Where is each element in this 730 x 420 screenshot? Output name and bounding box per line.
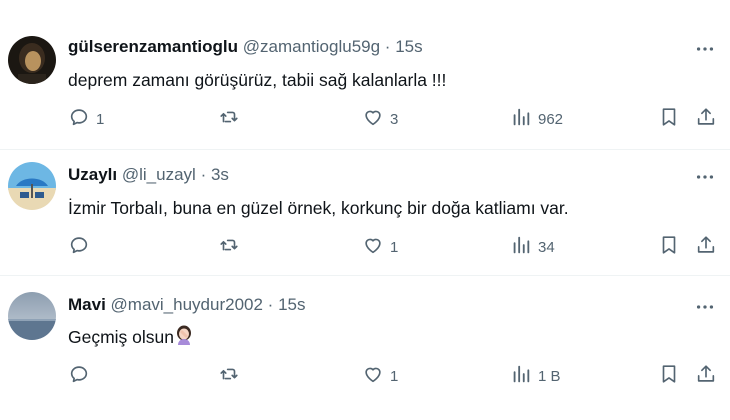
views-button[interactable]: 1 B [510, 364, 561, 388]
views-button[interactable]: 34 [510, 235, 555, 259]
tweet[interactable]: Mavi @mavi_huydur2002 · 15s Geçmiş olsun [0, 276, 730, 420]
like-button[interactable]: 1 [362, 364, 398, 388]
action-bar: 1 34 [68, 235, 730, 259]
bookmark-button[interactable] [658, 235, 680, 259]
view-count: 34 [538, 238, 555, 256]
reply-count: 1 [96, 110, 105, 128]
reply-feed: gülserenzamantioglu @zamantioglu59g · 15… [0, 0, 730, 420]
tweet-header: gülserenzamantioglu @zamantioglu59g · 15… [68, 36, 423, 58]
like-count: 1 [390, 367, 399, 385]
view-count: 962 [538, 110, 564, 128]
action-bar: 1 1 B [68, 364, 730, 388]
tweet-text-container: Geçmiş olsun [68, 324, 194, 349]
retweet-icon [218, 234, 240, 260]
more-icon[interactable] [694, 38, 716, 60]
share-button[interactable] [695, 107, 717, 131]
retweet-icon [218, 106, 240, 132]
reply-button[interactable] [68, 235, 96, 259]
action-bar: 1 3 962 [68, 107, 730, 131]
like-count: 3 [390, 110, 399, 128]
heart-icon [362, 363, 384, 389]
woman-facepalming-emoji [174, 324, 194, 346]
avatar[interactable] [8, 292, 56, 340]
like-count: 1 [390, 238, 399, 256]
avatar[interactable] [8, 162, 56, 210]
more-icon[interactable] [694, 296, 716, 318]
tweet[interactable]: Uzaylı @li_uzayl · 3s İzmir Torbalı, bun… [0, 150, 730, 276]
user-handle[interactable]: @mavi_huydur2002 [111, 295, 263, 314]
bookmark-icon [658, 106, 680, 132]
like-button[interactable]: 3 [362, 107, 398, 131]
views-button[interactable]: 962 [510, 107, 563, 131]
views-icon [510, 363, 532, 389]
separator-dot: · [200, 165, 207, 184]
retweet-button[interactable] [218, 235, 246, 259]
display-name[interactable]: Uzaylı [68, 165, 117, 184]
tweet[interactable]: gülserenzamantioglu @zamantioglu59g · 15… [0, 0, 730, 150]
share-button[interactable] [695, 235, 717, 259]
share-icon [695, 234, 717, 260]
reply-icon [68, 234, 90, 260]
tweet-text: Geçmiş olsun [68, 327, 175, 347]
share-button[interactable] [695, 364, 717, 388]
avatar[interactable] [8, 36, 56, 84]
more-icon[interactable] [694, 166, 716, 188]
tweet-header: Uzaylı @li_uzayl · 3s [68, 164, 229, 186]
reply-icon [68, 106, 90, 132]
retweet-button[interactable] [218, 364, 246, 388]
heart-icon [362, 106, 384, 132]
reply-icon [68, 363, 90, 389]
user-handle[interactable]: @li_uzayl [122, 165, 196, 184]
views-icon [510, 106, 532, 132]
views-icon [510, 234, 532, 260]
separator-dot: · [384, 37, 391, 56]
timestamp[interactable]: 15s [278, 295, 305, 314]
timestamp[interactable]: 3s [211, 165, 229, 184]
share-icon [695, 363, 717, 389]
user-handle[interactable]: @zamantioglu59g [243, 37, 380, 56]
share-icon [695, 106, 717, 132]
display-name[interactable]: Mavi [68, 295, 106, 314]
reply-button[interactable]: 1 [68, 107, 104, 131]
timestamp[interactable]: 15s [395, 37, 422, 56]
display-name[interactable]: gülserenzamantioglu [68, 37, 238, 56]
bookmark-icon [658, 363, 680, 389]
view-count: 1 B [538, 367, 561, 385]
heart-icon [362, 234, 384, 260]
tweet-text: İzmir Torbalı, buna en güzel örnek, kork… [68, 198, 569, 218]
reply-button[interactable] [68, 364, 96, 388]
separator-dot: · [267, 295, 274, 314]
tweet-text: deprem zamanı görüşürüz, tabii sağ kalan… [68, 70, 447, 90]
tweet-header: Mavi @mavi_huydur2002 · 15s [68, 294, 306, 316]
like-button[interactable]: 1 [362, 235, 398, 259]
bookmark-icon [658, 234, 680, 260]
bookmark-button[interactable] [658, 107, 680, 131]
retweet-icon [218, 363, 240, 389]
bookmark-button[interactable] [658, 364, 680, 388]
retweet-button[interactable] [218, 107, 246, 131]
